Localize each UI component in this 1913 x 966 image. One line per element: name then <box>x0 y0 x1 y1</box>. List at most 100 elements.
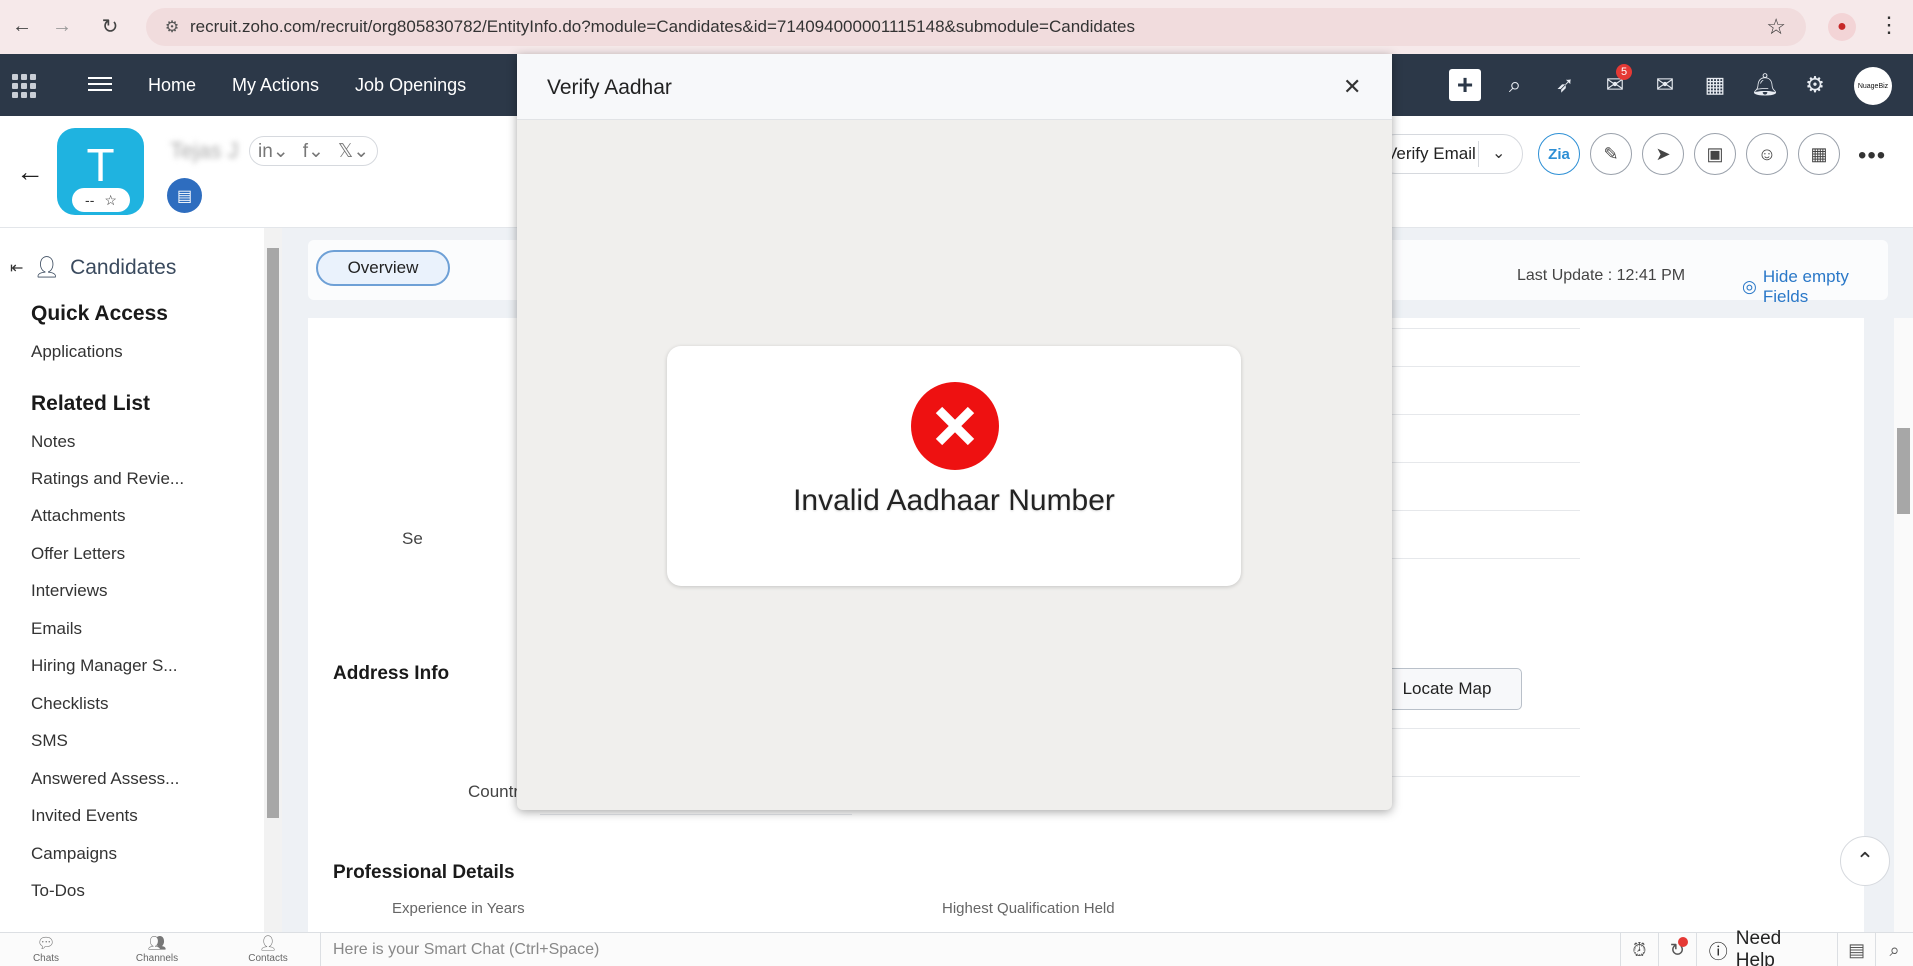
status-dot <box>1677 937 1688 947</box>
bookmark-star-icon[interactable]: ☆ <box>1766 14 1786 40</box>
edit-note-icon[interactable]: ✎ <box>1590 133 1632 175</box>
modal-header: Verify Aadhar ✕ <box>517 54 1392 120</box>
tab-overview[interactable]: Overview <box>316 250 450 286</box>
sidebar-scrollbar[interactable] <box>264 228 282 932</box>
result-message: Invalid Aadhaar Number <box>793 484 1115 517</box>
zia-button[interactable]: Zia <box>1538 133 1580 175</box>
error-x-icon <box>911 382 999 470</box>
sidebar-item-todos[interactable]: To-Dos <box>31 881 85 901</box>
bottom-tab-channels[interactable]: 👥︎ Channels <box>107 935 207 964</box>
sidebar-item-attachments[interactable]: Attachments <box>31 506 126 526</box>
facebook-icon[interactable]: f⌄ <box>303 140 324 163</box>
scrollbar-thumb[interactable] <box>267 248 279 818</box>
bottom-tab-label: Channels <box>135 953 179 964</box>
scrollbar-thumb[interactable] <box>1897 428 1910 514</box>
hide-empty-label: Hide empty Fields <box>1762 267 1849 306</box>
back-arrow-icon[interactable]: ← <box>8 12 36 40</box>
verify-aadhar-modal: Verify Aadhar ✕ Invalid Aadhaar Number <box>517 54 1392 810</box>
sidebar-item-interviews[interactable]: Interviews <box>31 581 108 601</box>
hamburger-menu-icon[interactable] <box>88 72 112 96</box>
need-help-button[interactable]: ⓘ Need Help <box>1695 928 1837 966</box>
reload-icon[interactable]: ↻ <box>96 12 124 40</box>
help-icon: ⓘ <box>1708 941 1728 963</box>
site-settings-icon[interactable]: ⚙ <box>154 17 190 37</box>
send-icon[interactable]: ➤ <box>1642 133 1684 175</box>
inbox-icon[interactable]: ▤ <box>1837 933 1875 966</box>
back-arrow-icon[interactable]: ← <box>16 156 44 188</box>
bottom-bar: 💬︎ Chats 👥︎ Channels 👤︎ Contacts Here is… <box>0 928 1913 966</box>
calendar-icon[interactable]: ▦ <box>1690 54 1740 116</box>
sidebar-item-notes[interactable]: Notes <box>31 432 75 452</box>
announcements-icon[interactable]: ✉ 5 <box>1590 54 1640 116</box>
experience-label: Experience in Years <box>392 900 525 917</box>
briefcase-icon[interactable]: ▣ <box>1694 133 1736 175</box>
sidebar-item-hiring-manager[interactable]: Hiring Manager S... <box>31 656 177 676</box>
collapse-sidebar-icon[interactable]: ⇤ <box>10 258 23 278</box>
bottom-search-icon[interactable]: ⌕ <box>1875 933 1913 966</box>
sidebar-module-title: Candidates <box>70 256 177 279</box>
address-section-title: Address Info <box>333 663 450 684</box>
last-update-text: Last Update : 12:41 PM <box>1517 267 1686 284</box>
bottom-tab-contacts[interactable]: 👤︎ Contacts <box>218 935 318 964</box>
locate-map-button[interactable]: Locate Map <box>1372 668 1522 710</box>
field-divider <box>540 814 852 815</box>
sidebar-item-emails[interactable]: Emails <box>31 619 82 639</box>
bell-icon[interactable]: 🔔︎ <box>1740 54 1790 116</box>
sidebar-item-ratings[interactable]: Ratings and Revie... <box>31 469 184 489</box>
record-actions: Zia ✎ ➤ ▣ ☺ ▦ <box>1538 133 1840 175</box>
nav-job-openings[interactable]: Job Openings <box>337 75 484 96</box>
header-tools: + ⌕ ➶ ✉ 5 ✉ ▦ 🔔︎ ⚙ <box>1440 54 1840 116</box>
scroll-to-top-button[interactable]: ⌃ <box>1840 836 1890 886</box>
sidebar-item-answered-assessments[interactable]: Answered Assess... <box>31 769 179 789</box>
forward-arrow-icon[interactable]: → <box>48 12 76 40</box>
gear-icon[interactable]: ⚙ <box>1790 54 1840 116</box>
sidebar-item-invited-events[interactable]: Invited Events <box>31 806 138 826</box>
channels-icon: 👥︎ <box>147 935 167 952</box>
bottom-tools: ⏰︎ ↻ ⓘ Need Help ▤ ⌕ <box>1620 928 1913 966</box>
content-scrollbar[interactable] <box>1894 318 1913 932</box>
sidebar-item-sms[interactable]: SMS <box>31 731 68 751</box>
linkedin-icon[interactable]: in⌄ <box>258 140 289 163</box>
x-twitter-icon[interactable]: 𝕏⌄ <box>338 140 369 163</box>
sidebar-item-campaigns[interactable]: Campaigns <box>31 844 117 864</box>
star-icon[interactable]: ☆ <box>104 192 117 209</box>
more-options-icon[interactable]: ••• <box>1858 142 1886 170</box>
app-launcher-icon[interactable] <box>10 70 40 100</box>
verify-email-button[interactable]: Verify Email ⌄ <box>1375 134 1523 174</box>
sidebar-item-checklists[interactable]: Checklists <box>31 694 108 714</box>
quick-access-title: Quick Access <box>31 302 168 325</box>
bottom-tab-chats[interactable]: 💬︎ Chats <box>0 935 96 964</box>
chat-icon: 💬︎ <box>36 935 56 952</box>
browser-menu-icon[interactable]: ⋮ <box>1878 12 1900 38</box>
hide-empty-fields-link[interactable]: ◎ Hide empty Fields <box>1742 267 1888 307</box>
notification-badge: 5 <box>1616 64 1632 80</box>
chevron-up-icon: ⌃ <box>1855 848 1875 873</box>
smart-chat-input[interactable]: Here is your Smart Chat (Ctrl+Space) <box>320 933 1620 966</box>
result-card: Invalid Aadhaar Number <box>667 346 1241 586</box>
chevron-down-icon[interactable]: ⌄ <box>1492 143 1505 163</box>
browser-profile-icon[interactable]: ● <box>1828 13 1856 41</box>
address-bar[interactable]: ⚙ recruit.zoho.com/recruit/org805830782/… <box>146 8 1806 46</box>
quick-create-button[interactable]: + <box>1440 54 1490 116</box>
history-icon[interactable]: ↻ <box>1657 933 1696 966</box>
rocket-icon[interactable]: ➶ <box>1540 54 1590 116</box>
candidate-rating[interactable]: -- ☆ <box>72 188 130 212</box>
verify-email-label: Verify Email <box>1386 144 1476 163</box>
related-sidebar: ⇤ 👤︎ Candidates Quick Access Application… <box>0 228 264 932</box>
schedule-icon[interactable]: ▦ <box>1798 133 1840 175</box>
mail-icon[interactable]: ✉ <box>1640 54 1690 116</box>
rating-text: -- <box>85 192 95 208</box>
nav-my-actions[interactable]: My Actions <box>214 75 337 96</box>
modal-title: Verify Aadhar <box>547 76 672 99</box>
assign-user-icon[interactable]: ☺ <box>1746 133 1788 175</box>
org-avatar[interactable]: NuageBiz <box>1854 67 1892 105</box>
candidate-name: Tejas J <box>170 138 239 163</box>
sidebar-item-offer-letters[interactable]: Offer Letters <box>31 544 125 564</box>
alarm-clock-icon[interactable]: ⏰︎ <box>1620 933 1658 966</box>
sidebar-item-applications[interactable]: Applications <box>31 342 123 362</box>
plus-icon: + <box>1449 69 1481 101</box>
close-icon[interactable]: ✕ <box>1343 74 1361 100</box>
document-icon[interactable]: ▤ <box>167 178 202 213</box>
search-icon[interactable]: ⌕ <box>1490 54 1540 116</box>
nav-home[interactable]: Home <box>130 75 214 96</box>
